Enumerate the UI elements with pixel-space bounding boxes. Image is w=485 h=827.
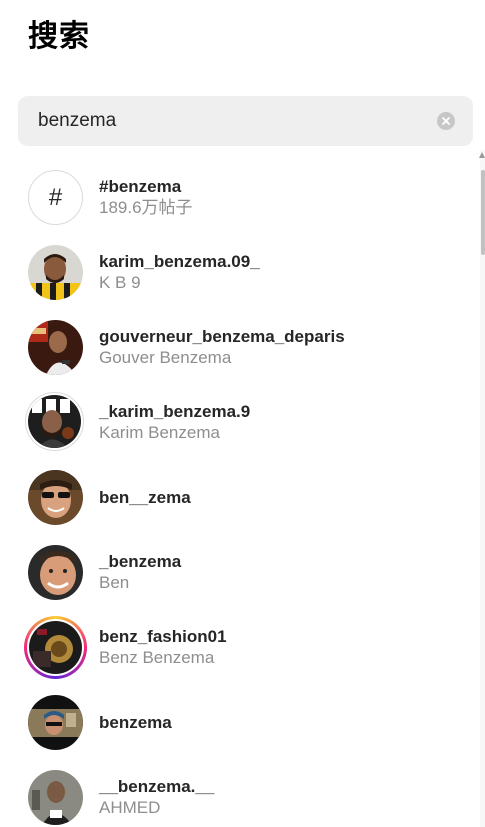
- avatar-ring: [25, 392, 84, 451]
- result-row-user[interactable]: _karim_benzema.9 Karim Benzema: [0, 385, 480, 460]
- result-username: _karim_benzema.9: [99, 402, 251, 421]
- result-subtitle: AHMED: [99, 798, 161, 817]
- search-input[interactable]: [38, 96, 438, 146]
- avatar: [29, 621, 82, 674]
- result-subtitle: Gouver Benzema: [99, 348, 232, 367]
- result-subtitle: Benz Benzema: [99, 648, 215, 667]
- clear-search-icon[interactable]: [437, 112, 455, 130]
- result-subtitle: K B 9: [99, 273, 141, 292]
- search-page: 搜索 # #benzema 189.6万帖子: [0, 0, 485, 827]
- result-username: ben__zema: [99, 488, 191, 507]
- result-row-user[interactable]: gouverneur_benzema_deparis Gouver Benzem…: [0, 310, 480, 385]
- story-ring: [24, 616, 87, 679]
- result-subtitle: Karim Benzema: [99, 423, 220, 442]
- result-row-hashtag[interactable]: # #benzema 189.6万帖子: [0, 160, 480, 235]
- avatar: [28, 245, 83, 300]
- avatar: [28, 470, 83, 525]
- result-username: benzema: [99, 713, 172, 732]
- page-title: 搜索: [28, 19, 90, 54]
- scroll-up-arrow-icon[interactable]: [479, 152, 485, 158]
- result-row-user[interactable]: ben__zema: [0, 460, 480, 535]
- search-results-list: # #benzema 189.6万帖子 karim_benzema.09_ K …: [0, 160, 480, 827]
- result-username: karim_benzema.09_: [99, 252, 260, 271]
- avatar: [28, 770, 83, 825]
- avatar: [28, 395, 81, 448]
- result-subtitle: Ben: [99, 573, 130, 592]
- result-username: _benzema: [99, 552, 182, 571]
- result-row-user[interactable]: __benzema.__ AHMED: [0, 760, 480, 827]
- result-row-user[interactable]: benz_fashion01 Benz Benzema: [0, 610, 480, 685]
- result-username: benz_fashion01: [99, 627, 227, 646]
- search-bar[interactable]: [18, 96, 473, 146]
- result-username: __benzema.__: [99, 777, 215, 796]
- result-subtitle: 189.6万帖子: [99, 198, 193, 217]
- result-username: gouverneur_benzema_deparis: [99, 327, 345, 346]
- result-row-user[interactable]: _benzema Ben: [0, 535, 480, 610]
- result-row-user[interactable]: karim_benzema.09_ K B 9: [0, 235, 480, 310]
- scrollbar-thumb[interactable]: [481, 170, 485, 255]
- avatar: [28, 545, 83, 600]
- hashtag-icon: #: [28, 170, 83, 225]
- avatar: [28, 695, 83, 750]
- result-username: #benzema: [99, 177, 182, 196]
- avatar: [28, 320, 83, 375]
- result-row-user[interactable]: benzema: [0, 685, 480, 760]
